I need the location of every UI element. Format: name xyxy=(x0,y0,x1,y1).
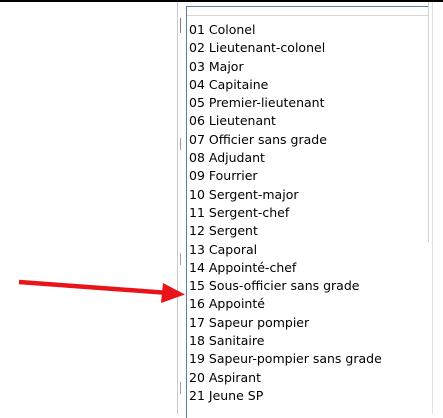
dropdown-option-highlighted[interactable]: 15 Sous-officier sans grade xyxy=(189,277,382,295)
arrow-head-icon xyxy=(161,283,185,303)
dropdown-option[interactable]: 13 Caporal xyxy=(189,241,382,259)
dropdown-option[interactable]: 14 Appointé-chef xyxy=(189,259,382,277)
dropdown-option[interactable]: 11 Sergent-chef xyxy=(189,204,382,222)
dropdown-option[interactable]: 03 Major xyxy=(189,58,382,76)
dropdown-option[interactable]: 05 Premier-lieutenant xyxy=(189,94,382,112)
background-field-marker xyxy=(180,18,181,33)
dropdown-option[interactable]: 21 Jeune SP xyxy=(189,387,382,405)
top-border xyxy=(0,0,443,2)
dropdown-option[interactable]: 12 Sergent xyxy=(189,222,382,240)
background-column-divider xyxy=(428,2,429,242)
dropdown-option[interactable]: 02 Lieutenant-colonel xyxy=(189,39,382,57)
dropdown-option[interactable]: 01 Colonel xyxy=(189,21,382,39)
dropdown-option[interactable]: 10 Sergent-major xyxy=(189,186,382,204)
background-field-marker xyxy=(180,253,181,265)
background-field-edge xyxy=(177,2,178,414)
background-field-marker xyxy=(180,382,181,394)
background-field-marker xyxy=(180,138,181,150)
dropdown-option[interactable]: 08 Adjudant xyxy=(189,149,382,167)
background-column-divider xyxy=(432,2,433,414)
dropdown-option[interactable]: 07 Officier sans grade xyxy=(189,131,382,149)
grade-dropdown-list[interactable]: 01 Colonel 02 Lieutenant-colonel 03 Majo… xyxy=(186,6,428,418)
dropdown-option[interactable]: 16 Appointé xyxy=(189,295,382,313)
dropdown-option[interactable]: 17 Sapeur pompier xyxy=(189,314,382,332)
dropdown-option[interactable]: 20 Aspirant xyxy=(189,369,382,387)
dropdown-top-bar xyxy=(187,7,428,16)
dropdown-option[interactable]: 04 Capitaine xyxy=(189,76,382,94)
red-arrow-annotation xyxy=(18,279,185,303)
arrow-shaft xyxy=(18,279,170,296)
dropdown-option[interactable]: 18 Sanitaire xyxy=(189,332,382,350)
option-list: 01 Colonel 02 Lieutenant-colonel 03 Majo… xyxy=(189,21,382,405)
dropdown-option[interactable]: 19 Sapeur-pompier sans grade xyxy=(189,350,382,368)
dropdown-option[interactable]: 06 Lieutenant xyxy=(189,112,382,130)
dropdown-option[interactable]: 09 Fourrier xyxy=(189,167,382,185)
